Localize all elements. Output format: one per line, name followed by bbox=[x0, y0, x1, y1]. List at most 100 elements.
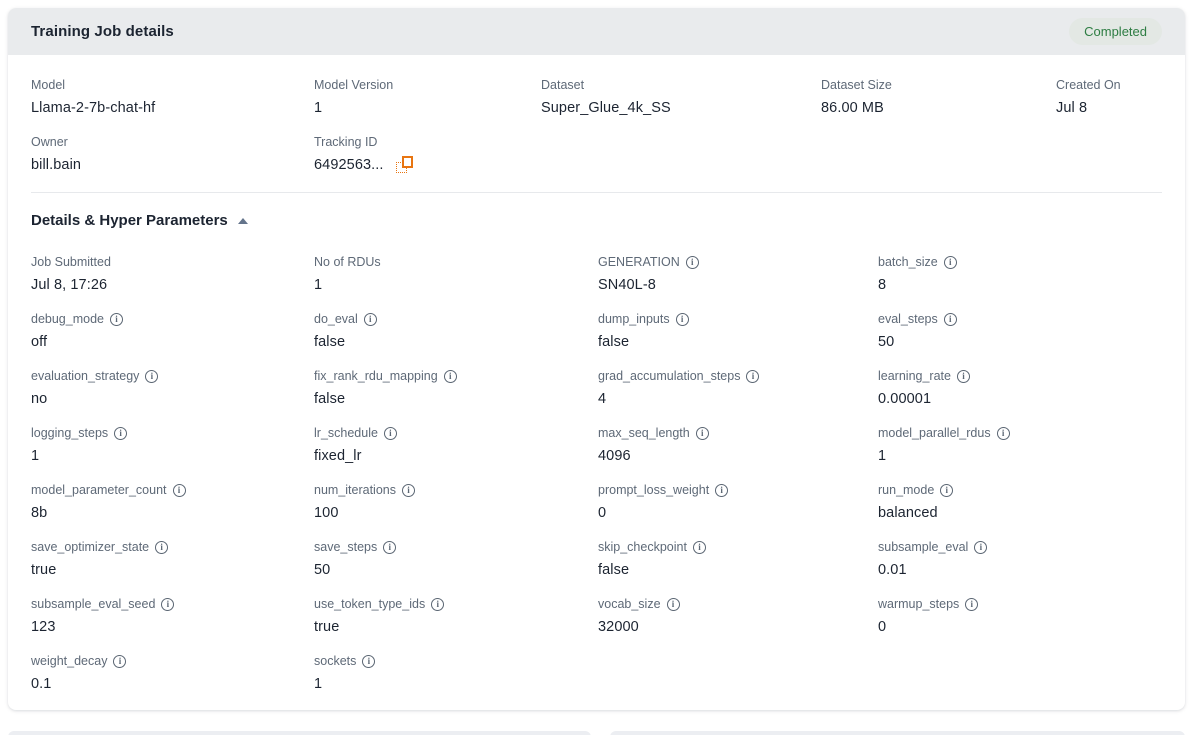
field-label: num_iterations bbox=[314, 483, 396, 497]
info-icon[interactable] bbox=[965, 598, 978, 611]
field: fix_rank_rdu_mapping false bbox=[314, 368, 598, 409]
info-icon[interactable] bbox=[173, 484, 186, 497]
field-label: Model bbox=[31, 78, 65, 92]
field-label: Owner bbox=[31, 135, 68, 149]
field: num_iterations 100 bbox=[314, 482, 598, 523]
field-label: grad_accumulation_steps bbox=[598, 369, 740, 383]
field: vocab_size 32000 bbox=[598, 596, 878, 637]
field-value: false bbox=[314, 334, 345, 350]
info-icon[interactable] bbox=[110, 313, 123, 326]
field-value: balanced bbox=[878, 505, 938, 521]
field-label: Tracking ID bbox=[314, 135, 377, 149]
field-value: 6492563... bbox=[314, 157, 384, 173]
section-divider bbox=[31, 192, 1162, 193]
field-value: true bbox=[314, 619, 339, 635]
field-value: Super_Glue_4k_SS bbox=[541, 100, 671, 116]
next-card-peek-left bbox=[8, 731, 591, 735]
info-icon[interactable] bbox=[113, 655, 126, 668]
card-header: Training Job details Completed bbox=[8, 8, 1185, 55]
field-label: save_optimizer_state bbox=[31, 540, 149, 554]
info-icon[interactable] bbox=[667, 598, 680, 611]
field-value: 8b bbox=[31, 505, 47, 521]
info-icon[interactable] bbox=[957, 370, 970, 383]
field-value: 0.1 bbox=[31, 676, 51, 692]
field: grad_accumulation_steps 4 bbox=[598, 368, 878, 409]
chevron-up-icon[interactable] bbox=[238, 218, 248, 224]
info-icon[interactable] bbox=[161, 598, 174, 611]
field: do_eval false bbox=[314, 311, 598, 352]
field-value: 1 bbox=[314, 100, 322, 116]
copy-icon[interactable] bbox=[396, 156, 413, 174]
field-label: use_token_type_ids bbox=[314, 597, 425, 611]
field: Tracking ID 6492563... bbox=[314, 134, 541, 175]
field: prompt_loss_weight 0 bbox=[598, 482, 878, 523]
field-label: No of RDUs bbox=[314, 255, 381, 269]
field-value: bill.bain bbox=[31, 157, 81, 173]
info-icon[interactable] bbox=[384, 427, 397, 440]
info-icon[interactable] bbox=[693, 541, 706, 554]
field-value: Jul 8 bbox=[1056, 100, 1087, 116]
field: save_optimizer_state true bbox=[31, 539, 314, 580]
info-icon[interactable] bbox=[431, 598, 444, 611]
field-label: lr_schedule bbox=[314, 426, 378, 440]
field-label: Job Submitted bbox=[31, 255, 111, 269]
field-value: off bbox=[31, 334, 47, 350]
field-value: false bbox=[598, 334, 629, 350]
field-value: Llama-2-7b-chat-hf bbox=[31, 100, 155, 116]
field: logging_steps 1 bbox=[31, 425, 314, 466]
info-icon[interactable] bbox=[944, 313, 957, 326]
info-icon[interactable] bbox=[114, 427, 127, 440]
field: Created On Jul 8 bbox=[1056, 77, 1162, 118]
field: eval_steps 50 bbox=[878, 311, 1162, 352]
field-label: evaluation_strategy bbox=[31, 369, 139, 383]
info-icon[interactable] bbox=[940, 484, 953, 497]
info-icon[interactable] bbox=[686, 256, 699, 269]
field-value: false bbox=[598, 562, 629, 578]
field-value: Jul 8, 17:26 bbox=[31, 277, 107, 293]
field-value: false bbox=[314, 391, 345, 407]
info-icon[interactable] bbox=[715, 484, 728, 497]
field-label: subsample_eval bbox=[878, 540, 968, 554]
info-icon[interactable] bbox=[145, 370, 158, 383]
field-value: 0 bbox=[878, 619, 886, 635]
page-title: Training Job details bbox=[31, 23, 174, 40]
field-value: 123 bbox=[31, 619, 56, 635]
field-label: GENERATION bbox=[598, 255, 680, 269]
field: warmup_steps 0 bbox=[878, 596, 1162, 637]
info-icon[interactable] bbox=[676, 313, 689, 326]
field-label: Created On bbox=[1056, 78, 1121, 92]
field: sockets 1 bbox=[314, 653, 598, 694]
info-icon[interactable] bbox=[696, 427, 709, 440]
field-label: fix_rank_rdu_mapping bbox=[314, 369, 438, 383]
info-icon[interactable] bbox=[746, 370, 759, 383]
info-icon[interactable] bbox=[974, 541, 987, 554]
details-section-toggle[interactable]: Details & Hyper Parameters bbox=[31, 212, 248, 229]
info-icon[interactable] bbox=[444, 370, 457, 383]
training-job-details-card: Training Job details Completed Model Lla… bbox=[8, 8, 1185, 710]
info-icon[interactable] bbox=[997, 427, 1010, 440]
field: Job Submitted Jul 8, 17:26 bbox=[31, 254, 314, 295]
field: lr_schedule fixed_lr bbox=[314, 425, 598, 466]
field-value: 32000 bbox=[598, 619, 639, 635]
field: max_seq_length 4096 bbox=[598, 425, 878, 466]
field: Dataset Super_Glue_4k_SS bbox=[541, 77, 821, 118]
field: Model Llama-2-7b-chat-hf bbox=[31, 77, 314, 118]
field-value: 0.01 bbox=[878, 562, 907, 578]
field-label: debug_mode bbox=[31, 312, 104, 326]
field-label: run_mode bbox=[878, 483, 934, 497]
field-label: model_parallel_rdus bbox=[878, 426, 991, 440]
field-value: 4096 bbox=[598, 448, 631, 464]
info-icon[interactable] bbox=[362, 655, 375, 668]
info-icon[interactable] bbox=[383, 541, 396, 554]
overview-row-1: Model Llama-2-7b-chat-hf Model Version 1… bbox=[31, 77, 1162, 134]
next-card-peek-right bbox=[610, 731, 1185, 735]
field: model_parameter_count 8b bbox=[31, 482, 314, 523]
field: debug_mode off bbox=[31, 311, 314, 352]
info-icon[interactable] bbox=[155, 541, 168, 554]
field-value: no bbox=[31, 391, 47, 407]
info-icon[interactable] bbox=[364, 313, 377, 326]
field-label: Model Version bbox=[314, 78, 393, 92]
info-icon[interactable] bbox=[402, 484, 415, 497]
info-icon[interactable] bbox=[944, 256, 957, 269]
field-label: model_parameter_count bbox=[31, 483, 167, 497]
